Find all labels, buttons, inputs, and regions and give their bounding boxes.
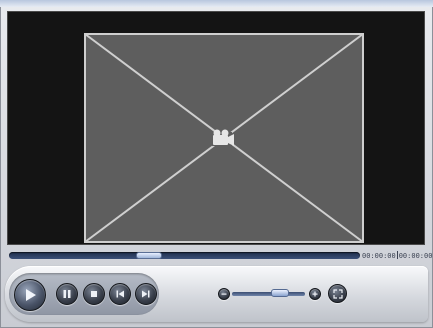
video-placeholder — [84, 33, 364, 243]
volume-slider[interactable] — [232, 292, 305, 296]
volume-thumb[interactable] — [271, 289, 289, 297]
minus-icon — [221, 293, 227, 295]
volume-down-button[interactable] — [218, 288, 230, 300]
video-viewport[interactable] — [7, 11, 425, 245]
previous-button[interactable] — [109, 283, 131, 305]
play-icon — [26, 289, 36, 301]
plus-icon — [312, 291, 318, 297]
expand-icon — [332, 288, 343, 299]
pause-icon — [63, 290, 71, 298]
current-time: 00:00:00 — [362, 252, 396, 260]
seek-bar[interactable] — [9, 252, 360, 259]
time-separator — [396, 251, 398, 259]
skip-previous-icon — [116, 290, 124, 298]
volume-up-button[interactable] — [309, 288, 321, 300]
stop-button[interactable] — [83, 283, 105, 305]
skip-next-icon — [142, 290, 150, 298]
seek-thumb[interactable] — [136, 252, 162, 259]
window-top-edge — [0, 0, 433, 7]
play-button[interactable] — [14, 279, 46, 311]
fullscreen-button[interactable] — [328, 284, 347, 303]
time-display: 00:00:00 00:00:00 — [362, 251, 432, 262]
next-button[interactable] — [135, 283, 157, 305]
pause-button[interactable] — [56, 283, 78, 305]
total-time: 00:00:00 — [398, 252, 433, 260]
stop-icon — [91, 291, 97, 297]
